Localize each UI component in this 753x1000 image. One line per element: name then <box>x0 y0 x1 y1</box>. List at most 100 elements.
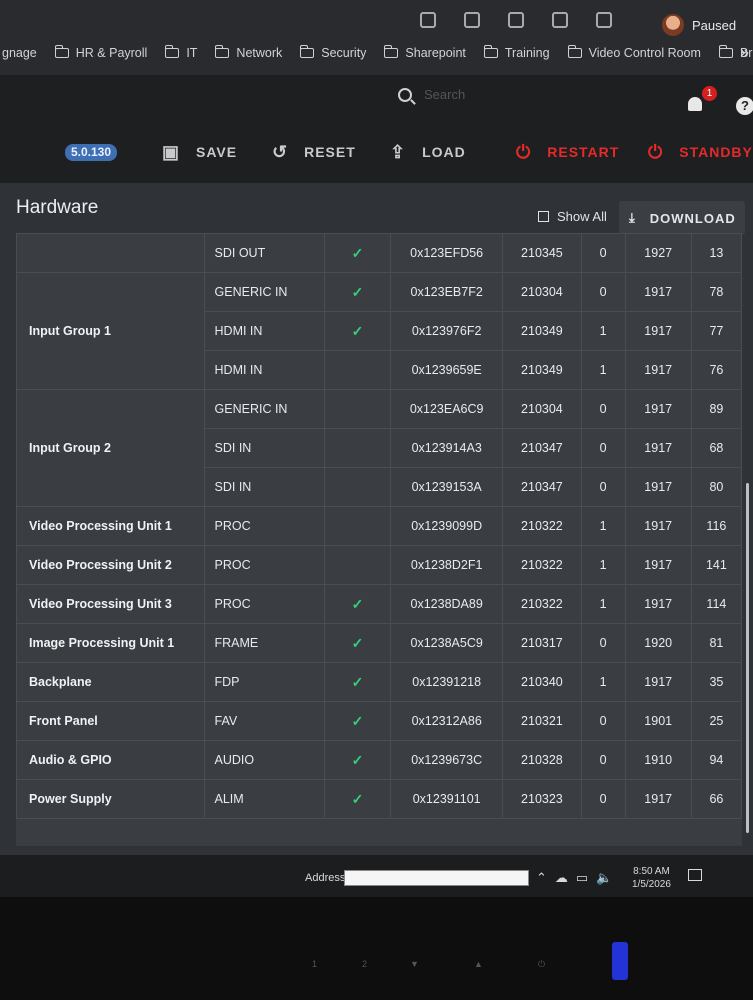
bezel-button[interactable]: 1 <box>312 959 317 969</box>
module-type-cell: HDMI IN <box>203 350 325 390</box>
standby-button[interactable]: ⏻ STANDBY <box>648 142 753 163</box>
serial-cell: 0x1238A5C9 <box>390 623 504 663</box>
bookmark-folder-network[interactable]: Network <box>215 45 282 60</box>
clock[interactable]: 8:50 AM 1/5/2026 <box>632 865 671 891</box>
temperature-cell: 78 <box>690 272 742 312</box>
extension-icon[interactable] <box>508 12 524 28</box>
module-type-cell: HDMI IN <box>203 311 325 351</box>
reset-button[interactable]: ↺ RESET <box>272 142 356 163</box>
module-type-cell: SDI OUT <box>203 233 325 273</box>
bookmark-folder-hr[interactable]: HR & Payroll <box>54 45 147 60</box>
upload-icon: ⇪ <box>390 141 407 162</box>
part-number-cell: 210347 <box>502 467 582 507</box>
checkmark-icon: ✓ <box>351 673 364 690</box>
group-cell: Audio & GPIO <box>16 740 205 780</box>
part-number-cell: 210317 <box>502 623 582 663</box>
search-bar[interactable]: Search <box>398 87 465 102</box>
status-cell: ✓ <box>323 233 392 273</box>
bell-icon[interactable] <box>688 97 702 111</box>
revision-cell: 1 <box>580 584 626 624</box>
module-type-cell: FDP <box>203 662 325 702</box>
restart-button[interactable]: ⏻ RESTART <box>516 142 619 163</box>
download-button[interactable]: ⤓ DOWNLOAD <box>619 201 745 235</box>
module-type-cell: AUDIO <box>203 740 325 780</box>
revision-cell: 0 <box>580 428 626 468</box>
table-row: Input Group 2 GENERIC IN 0x123EA6C9 210304 0… <box>16 389 742 507</box>
temperature-cell: 81 <box>690 623 742 663</box>
network-icon[interactable]: ▭ <box>576 870 588 886</box>
address-input[interactable] <box>344 870 529 886</box>
profile-button[interactable]: Paused <box>662 14 736 36</box>
revision-cell: 0 <box>580 272 626 312</box>
temperature-cell: 77 <box>690 311 742 351</box>
bookmark-signage[interactable]: gnage <box>2 46 37 60</box>
table-row: Image Processing Unit 1 FRAME ✓ 0x1238A5C9 2… <box>16 623 742 663</box>
part-number-cell: 210321 <box>502 701 582 741</box>
folder-icon <box>384 45 399 58</box>
serial-cell: 0x123914A3 <box>390 428 504 468</box>
save-button[interactable]: ▣ SAVE <box>162 142 237 163</box>
group-cell: Backplane <box>16 662 205 702</box>
checkmark-icon: ✓ <box>351 322 364 339</box>
save-label: SAVE <box>196 144 238 160</box>
undo-arrow-icon: ↺ <box>272 141 289 162</box>
extension-icon[interactable] <box>420 12 436 28</box>
serial-cell: 0x1239659E <box>390 350 504 390</box>
monitor-bezel: 1 2 ▼ ▲ ⏻ <box>0 897 753 1000</box>
bookmark-folder-security[interactable]: Security <box>300 45 366 60</box>
folder-icon <box>300 45 315 58</box>
notifications-icon[interactable] <box>688 869 702 881</box>
bezel-button[interactable]: ⏻ <box>538 959 545 970</box>
search-icon[interactable] <box>398 87 412 102</box>
speaker-icon[interactable]: 🔈 <box>596 870 612 886</box>
folder-icon <box>718 45 733 58</box>
bezel-button[interactable]: 2 <box>362 959 367 969</box>
bezel-button[interactable]: ▼ <box>410 959 419 969</box>
windows-taskbar: Address ⌃ ☁ ▭ 🔈 8:50 AM 1/5/2026 <box>0 855 753 897</box>
show-all-checkbox[interactable]: Show All <box>538 209 607 224</box>
version-cell: 1917 <box>624 584 692 624</box>
group-cell: Video Processing Unit 2 <box>16 545 205 585</box>
scrollbar[interactable] <box>746 483 749 833</box>
onedrive-icon[interactable]: ☁ <box>555 870 568 886</box>
serial-cell: 0x12312A86 <box>390 701 504 741</box>
temperature-cell: 116 <box>690 506 742 546</box>
profile-status: Paused <box>692 17 737 33</box>
checkmark-icon: ✓ <box>351 712 364 729</box>
revision-cell: 0 <box>580 623 626 663</box>
floppy-disk-icon: ▣ <box>162 141 181 162</box>
chevron-up-icon[interactable]: ⌃ <box>536 870 547 886</box>
group-cell: Input Group 1 <box>16 272 205 390</box>
version-cell: 1917 <box>624 428 692 468</box>
bookmark-label: gnage <box>2 46 37 60</box>
power-icon: ⏻ <box>516 141 532 162</box>
sidebar-icon[interactable] <box>596 12 612 28</box>
part-number-cell: 210304 <box>502 272 582 312</box>
status-cell: ✓ <box>323 311 392 351</box>
serial-cell: 0x1238D2F1 <box>390 545 504 585</box>
extension-icon[interactable] <box>552 12 568 28</box>
bookmark-folder-sharepoint[interactable]: Sharepoint <box>384 45 466 60</box>
bookmark-folder-video-control-room[interactable]: Video Control Room <box>567 45 701 60</box>
help-button[interactable]: ? <box>736 97 753 115</box>
load-button[interactable]: ⇪ LOAD <box>390 142 466 163</box>
status-cell <box>323 506 392 546</box>
checkmark-icon: ✓ <box>351 634 364 651</box>
download-label: DOWNLOAD <box>649 210 736 226</box>
show-all-label: Show All <box>557 209 607 224</box>
group-cell: Front Panel <box>16 701 205 741</box>
bookmarks-overflow-button[interactable]: » <box>740 44 749 62</box>
search-input[interactable]: Search <box>424 87 465 102</box>
serial-cell: 0x12391101 <box>390 779 504 819</box>
bezel-button[interactable]: ▲ <box>474 959 483 969</box>
folder-icon <box>567 45 582 58</box>
revision-cell: 0 <box>580 467 626 507</box>
extension-icon[interactable] <box>464 12 480 28</box>
status-cell: ✓ <box>323 272 392 312</box>
status-cell: ✓ <box>323 740 392 780</box>
bookmark-folder-it[interactable]: IT <box>165 45 197 60</box>
module-type-cell: ALIM <box>203 779 325 819</box>
bookmark-folder-training[interactable]: Training <box>483 45 550 60</box>
hardware-table: SDI OUT ✓ 0x123EFD56 210345 0 1927 13 Input Gro… <box>16 233 742 846</box>
revision-cell: 1 <box>580 506 626 546</box>
